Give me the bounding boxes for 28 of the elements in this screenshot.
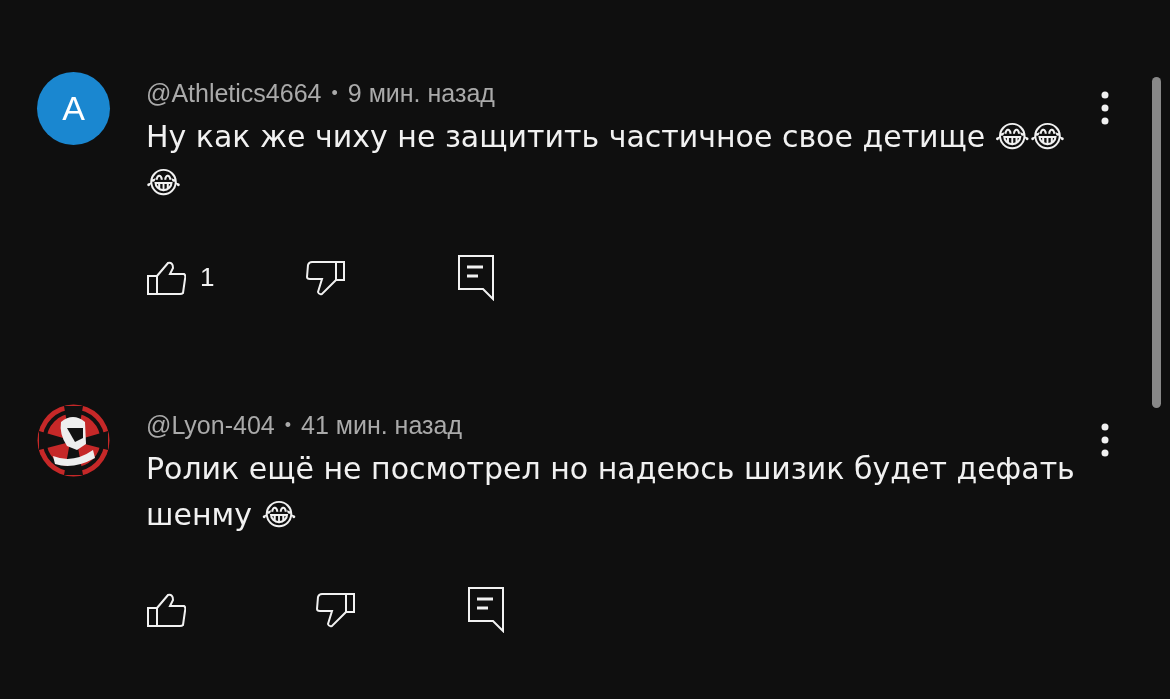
avatar-icon[interactable] bbox=[37, 404, 110, 477]
timestamp[interactable]: 41 мин. назад bbox=[301, 412, 462, 440]
dislike-button[interactable] bbox=[306, 259, 347, 296]
scrollbar[interactable] bbox=[1152, 77, 1161, 408]
like-count: 1 bbox=[200, 261, 215, 294]
thumbs-up-icon bbox=[146, 259, 186, 296]
comment-text: Ролик ещё не посмотрел но надеюсь шизик будет дефать шенму 😂 bbox=[146, 449, 1076, 534]
like-button[interactable] bbox=[146, 591, 186, 628]
separator: • bbox=[284, 415, 291, 436]
avatar[interactable]: A bbox=[37, 72, 110, 145]
more-options-icon bbox=[1100, 422, 1110, 458]
separator: • bbox=[331, 83, 338, 104]
comment-text: Ну как же чиху не защитить частичное свое детище 😂😂😂 bbox=[146, 117, 1066, 202]
reply-button[interactable] bbox=[458, 254, 495, 301]
dislike-button[interactable] bbox=[316, 591, 356, 628]
author-name[interactable]: @Athletics4664 bbox=[146, 80, 322, 108]
more-options-icon bbox=[1100, 90, 1110, 126]
thumbs-down-icon bbox=[316, 591, 356, 628]
more-options-button[interactable] bbox=[1100, 422, 1110, 458]
reply-icon bbox=[468, 586, 504, 633]
reply-button[interactable] bbox=[468, 586, 504, 633]
thumbs-down-icon bbox=[306, 259, 347, 296]
reply-icon bbox=[458, 254, 495, 301]
more-options-button[interactable] bbox=[1100, 90, 1110, 126]
timestamp[interactable]: 9 мин. назад bbox=[347, 80, 495, 108]
thumbs-up-icon bbox=[146, 591, 186, 628]
author-name[interactable]: @Lyon-404 bbox=[146, 412, 275, 440]
like-button[interactable]: 1 bbox=[146, 258, 215, 297]
